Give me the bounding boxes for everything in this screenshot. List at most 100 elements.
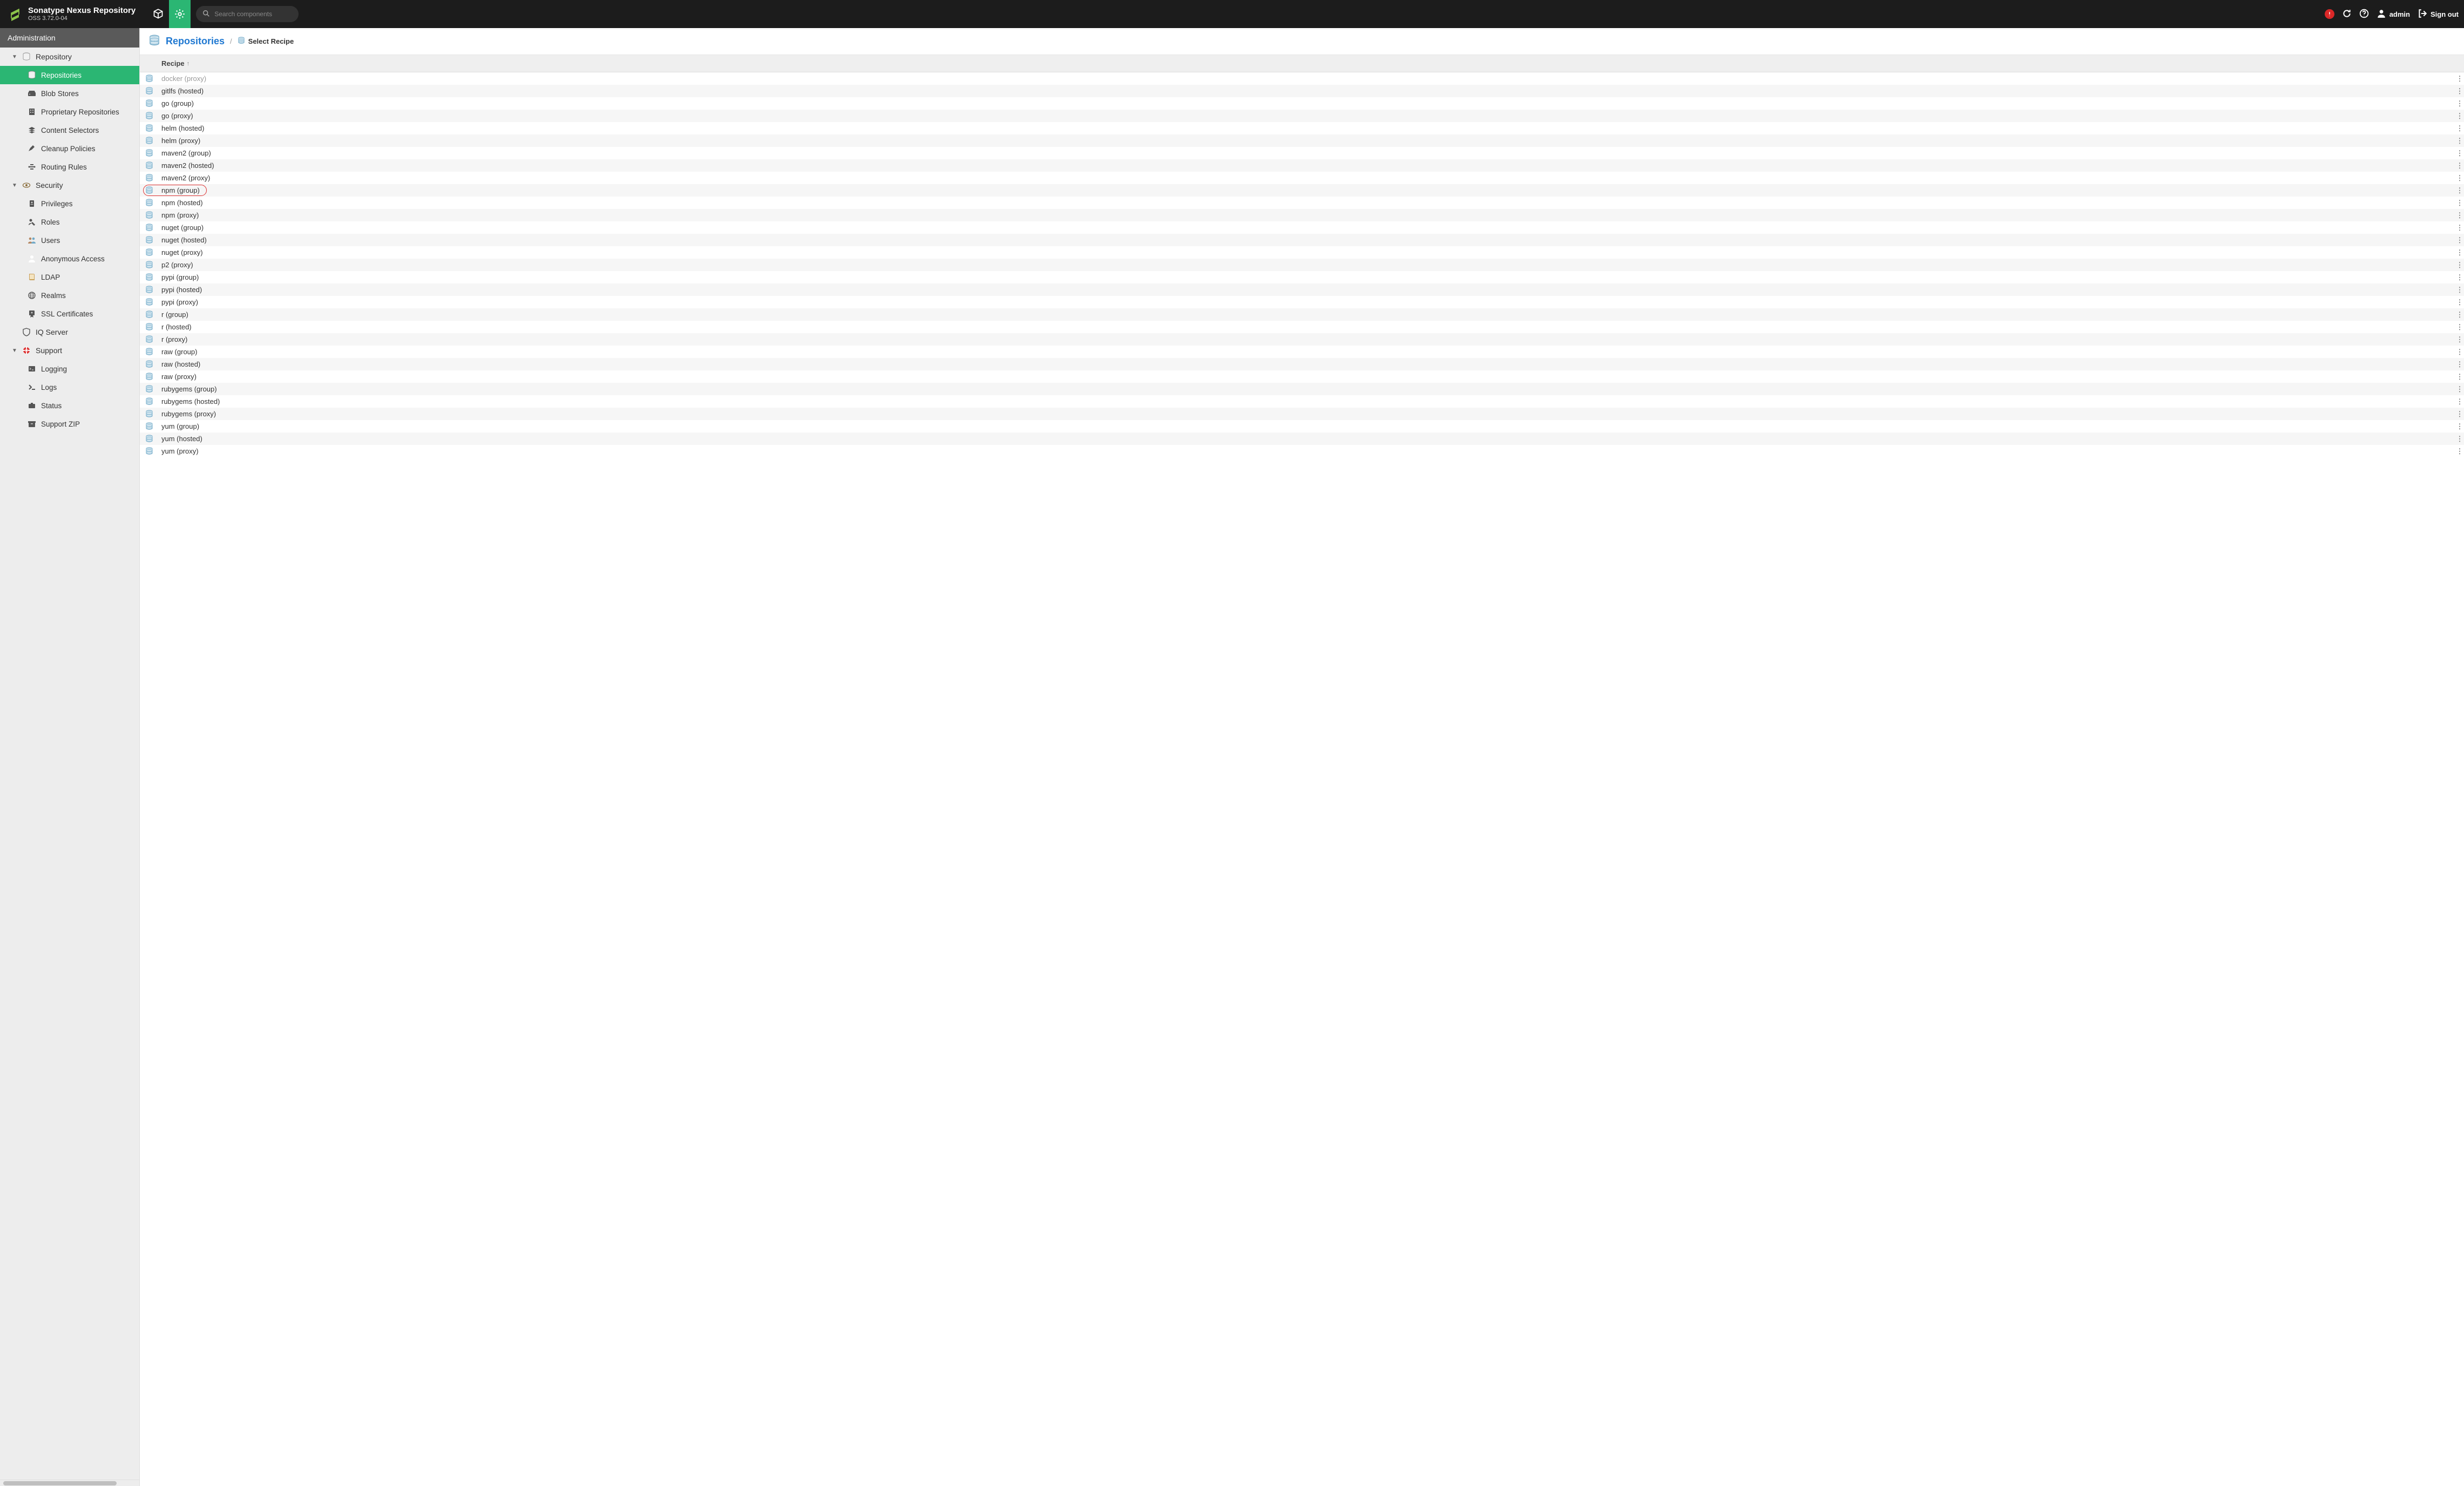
recipe-row[interactable]: rubygems (proxy)⋮ — [140, 408, 2464, 420]
row-menu-icon[interactable]: ⋮ — [2455, 186, 2464, 195]
nav-item-privileges[interactable]: Privileges — [0, 194, 139, 213]
row-menu-icon[interactable]: ⋮ — [2455, 422, 2464, 431]
row-menu-icon[interactable]: ⋮ — [2455, 211, 2464, 220]
recipe-row[interactable]: maven2 (hosted)⋮ — [140, 159, 2464, 172]
row-menu-icon[interactable]: ⋮ — [2455, 236, 2464, 245]
nav-item-blob-stores[interactable]: Blob Stores — [0, 84, 139, 103]
row-menu-icon[interactable]: ⋮ — [2455, 385, 2464, 394]
nav-group-support[interactable]: ▼Support — [0, 341, 139, 360]
row-menu-icon[interactable]: ⋮ — [2455, 124, 2464, 133]
recipe-name: r (group) — [158, 310, 2455, 319]
browse-mode-button[interactable] — [147, 0, 169, 28]
recipe-row[interactable]: go (group)⋮ — [140, 97, 2464, 110]
recipe-row[interactable]: p2 (proxy)⋮ — [140, 259, 2464, 271]
recipe-row[interactable]: r (hosted)⋮ — [140, 321, 2464, 333]
row-menu-icon[interactable]: ⋮ — [2455, 75, 2464, 83]
recipe-row[interactable]: helm (proxy)⋮ — [140, 134, 2464, 147]
search-box[interactable] — [196, 6, 299, 22]
search-input[interactable] — [214, 10, 292, 18]
row-menu-icon[interactable]: ⋮ — [2455, 224, 2464, 232]
help-button[interactable] — [2359, 9, 2369, 20]
column-recipe[interactable]: Recipe ↑ — [158, 55, 2453, 72]
refresh-button[interactable] — [2342, 9, 2352, 20]
users-icon — [27, 236, 37, 245]
nav-item-routing-rules[interactable]: Routing Rules — [0, 158, 139, 176]
row-menu-icon[interactable]: ⋮ — [2455, 323, 2464, 332]
recipe-row[interactable]: npm (hosted)⋮ — [140, 197, 2464, 209]
row-menu-icon[interactable]: ⋮ — [2455, 373, 2464, 381]
database-icon — [140, 422, 158, 430]
recipe-row[interactable]: yum (proxy)⋮ — [140, 445, 2464, 457]
recipe-row[interactable]: raw (hosted)⋮ — [140, 358, 2464, 370]
row-menu-icon[interactable]: ⋮ — [2455, 99, 2464, 108]
row-menu-icon[interactable]: ⋮ — [2455, 199, 2464, 207]
nav-group-repository[interactable]: ▼Repository — [0, 48, 139, 66]
row-menu-icon[interactable]: ⋮ — [2455, 435, 2464, 443]
row-menu-icon[interactable]: ⋮ — [2455, 137, 2464, 145]
nav-item-support-zip[interactable]: Support ZIP — [0, 415, 139, 433]
recipe-row[interactable]: helm (hosted)⋮ — [140, 122, 2464, 134]
recipe-row[interactable]: nuget (group)⋮ — [140, 221, 2464, 234]
recipe-row[interactable]: gitlfs (hosted)⋮ — [140, 85, 2464, 97]
nav-item-ldap[interactable]: LDAP — [0, 268, 139, 286]
breadcrumb-main[interactable]: Repositories — [166, 36, 225, 47]
row-menu-icon[interactable]: ⋮ — [2455, 174, 2464, 183]
nav-item-content-selectors[interactable]: Content Selectors — [0, 121, 139, 139]
row-menu-icon[interactable]: ⋮ — [2455, 161, 2464, 170]
nav-item-cleanup-policies[interactable]: Cleanup Policies — [0, 139, 139, 158]
nav-item-realms[interactable]: Realms — [0, 286, 139, 305]
sidebar-scrollbar[interactable] — [0, 1480, 139, 1486]
recipe-row[interactable]: rubygems (hosted)⋮ — [140, 395, 2464, 408]
recipe-row[interactable]: r (proxy)⋮ — [140, 333, 2464, 346]
row-menu-icon[interactable]: ⋮ — [2455, 310, 2464, 319]
recipe-row[interactable]: r (group)⋮ — [140, 308, 2464, 321]
recipe-row[interactable]: maven2 (proxy)⋮ — [140, 172, 2464, 184]
nav-group-iq-server[interactable]: IQ Server — [0, 323, 139, 341]
row-menu-icon[interactable]: ⋮ — [2455, 112, 2464, 120]
recipe-row[interactable]: rubygems (group)⋮ — [140, 383, 2464, 395]
row-menu-icon[interactable]: ⋮ — [2455, 335, 2464, 344]
recipe-row[interactable]: pypi (group)⋮ — [140, 271, 2464, 283]
recipe-row[interactable]: pypi (hosted)⋮ — [140, 283, 2464, 296]
recipe-row[interactable]: npm (proxy)⋮ — [140, 209, 2464, 221]
recipe-row[interactable]: yum (hosted)⋮ — [140, 433, 2464, 445]
nav-item-proprietary-repositories[interactable]: Proprietary Repositories — [0, 103, 139, 121]
grid-body[interactable]: docker (proxy)⋮gitlfs (hosted)⋮go (group… — [140, 72, 2464, 1486]
recipe-row[interactable]: pypi (proxy)⋮ — [140, 296, 2464, 308]
row-menu-icon[interactable]: ⋮ — [2455, 286, 2464, 294]
recipe-row[interactable]: nuget (proxy)⋮ — [140, 246, 2464, 259]
nav-item-ssl-certificates[interactable]: SSL Certificates — [0, 305, 139, 323]
recipe-row[interactable]: go (proxy)⋮ — [140, 110, 2464, 122]
row-menu-icon[interactable]: ⋮ — [2455, 410, 2464, 418]
nav-item-label: Support ZIP — [41, 420, 80, 428]
row-menu-icon[interactable]: ⋮ — [2455, 261, 2464, 269]
row-menu-icon[interactable]: ⋮ — [2455, 348, 2464, 356]
row-menu-icon[interactable]: ⋮ — [2455, 87, 2464, 96]
recipe-row[interactable]: yum (group)⋮ — [140, 420, 2464, 433]
row-menu-icon[interactable]: ⋮ — [2455, 273, 2464, 282]
nav-item-logging[interactable]: Logging — [0, 360, 139, 378]
nav-item-logs[interactable]: Logs — [0, 378, 139, 396]
recipe-row[interactable]: docker (proxy)⋮ — [140, 72, 2464, 85]
alert-badge-icon[interactable] — [2325, 9, 2334, 19]
nav-group-security[interactable]: ▼Security — [0, 176, 139, 194]
user-menu[interactable]: admin — [2377, 9, 2410, 20]
nav-item-roles[interactable]: Roles — [0, 213, 139, 231]
signout-button[interactable]: Sign out — [2418, 9, 2459, 20]
recipe-row[interactable]: npm (group)⋮ — [140, 184, 2464, 197]
row-menu-icon[interactable]: ⋮ — [2455, 149, 2464, 158]
row-menu-icon[interactable]: ⋮ — [2455, 248, 2464, 257]
nav-item-anonymous-access[interactable]: Anonymous Access — [0, 249, 139, 268]
recipe-row[interactable]: raw (group)⋮ — [140, 346, 2464, 358]
nav-item-status[interactable]: Status — [0, 396, 139, 415]
admin-mode-button[interactable] — [169, 0, 191, 28]
row-menu-icon[interactable]: ⋮ — [2455, 360, 2464, 369]
recipe-row[interactable]: maven2 (group)⋮ — [140, 147, 2464, 159]
nav-item-users[interactable]: Users — [0, 231, 139, 249]
row-menu-icon[interactable]: ⋮ — [2455, 298, 2464, 307]
recipe-row[interactable]: raw (proxy)⋮ — [140, 370, 2464, 383]
row-menu-icon[interactable]: ⋮ — [2455, 397, 2464, 406]
row-menu-icon[interactable]: ⋮ — [2455, 447, 2464, 456]
nav-item-repositories[interactable]: Repositories — [0, 66, 139, 84]
recipe-row[interactable]: nuget (hosted)⋮ — [140, 234, 2464, 246]
